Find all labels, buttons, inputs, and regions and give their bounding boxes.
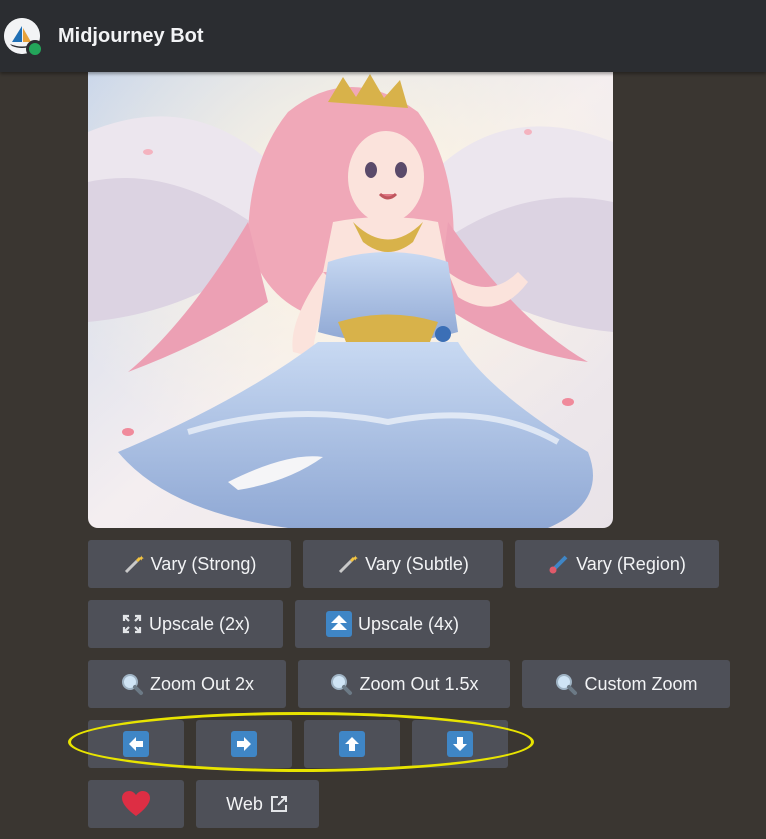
custom-zoom-button[interactable]: Custom Zoom (522, 660, 730, 708)
custom-zoom-label: Custom Zoom (584, 673, 698, 694)
arrow-up-icon (339, 731, 365, 757)
magic-wand-icon: ✦ (337, 553, 359, 575)
vary-strong-button[interactable]: ✦ Vary (Strong) (88, 540, 291, 588)
expand-arrows-icon (121, 613, 143, 635)
zoom-out-2x-button[interactable]: Zoom Out 2x (88, 660, 286, 708)
pan-right-button[interactable] (196, 720, 292, 768)
pan-left-button[interactable] (88, 720, 184, 768)
svg-text:✦: ✦ (138, 554, 145, 563)
heart-icon (121, 790, 151, 818)
vary-strong-label: Vary (Strong) (150, 553, 257, 574)
vary-region-label: Vary (Region) (576, 553, 686, 574)
zoom-out-2x-label: Zoom Out 2x (149, 673, 255, 694)
upscale-2x-button[interactable]: Upscale (2x) (88, 600, 283, 648)
generated-image[interactable] (88, 72, 613, 528)
zoom-out-1-5x-label: Zoom Out 1.5x (359, 673, 479, 694)
channel-header: Midjourney Bot (0, 0, 766, 72)
zoom-out-1-5x-button[interactable]: Zoom Out 1.5x (298, 660, 510, 708)
upscale-2x-label: Upscale (2x) (148, 613, 251, 634)
web-link-button[interactable]: Web (196, 780, 319, 828)
external-link-icon (269, 794, 289, 814)
anime-angel-illustration (88, 72, 613, 528)
arrow-right-icon (231, 731, 257, 757)
paintbrush-icon (548, 553, 570, 575)
magnifier-icon (329, 672, 353, 696)
magnifier-icon (554, 672, 578, 696)
arrow-left-icon (123, 731, 149, 757)
pan-up-button[interactable] (304, 720, 400, 768)
favorite-button[interactable] (88, 780, 184, 828)
magnifier-icon (120, 672, 144, 696)
upscale-4x-button[interactable]: Upscale (4x) (295, 600, 490, 648)
upscale-4x-label: Upscale (4x) (357, 613, 460, 634)
pan-down-button[interactable] (412, 720, 508, 768)
magic-wand-icon: ✦ (123, 553, 145, 575)
vary-region-button[interactable]: Vary (Region) (515, 540, 719, 588)
bot-name[interactable]: Midjourney Bot (58, 24, 204, 48)
arrow-down-icon (447, 731, 473, 757)
online-status-indicator (26, 40, 44, 58)
svg-text:✦: ✦ (352, 554, 359, 563)
double-up-arrow-icon (325, 611, 352, 637)
web-label: Web (226, 793, 263, 814)
vary-subtle-label: Vary (Subtle) (365, 553, 469, 574)
vary-subtle-button[interactable]: ✦ Vary (Subtle) (303, 540, 503, 588)
